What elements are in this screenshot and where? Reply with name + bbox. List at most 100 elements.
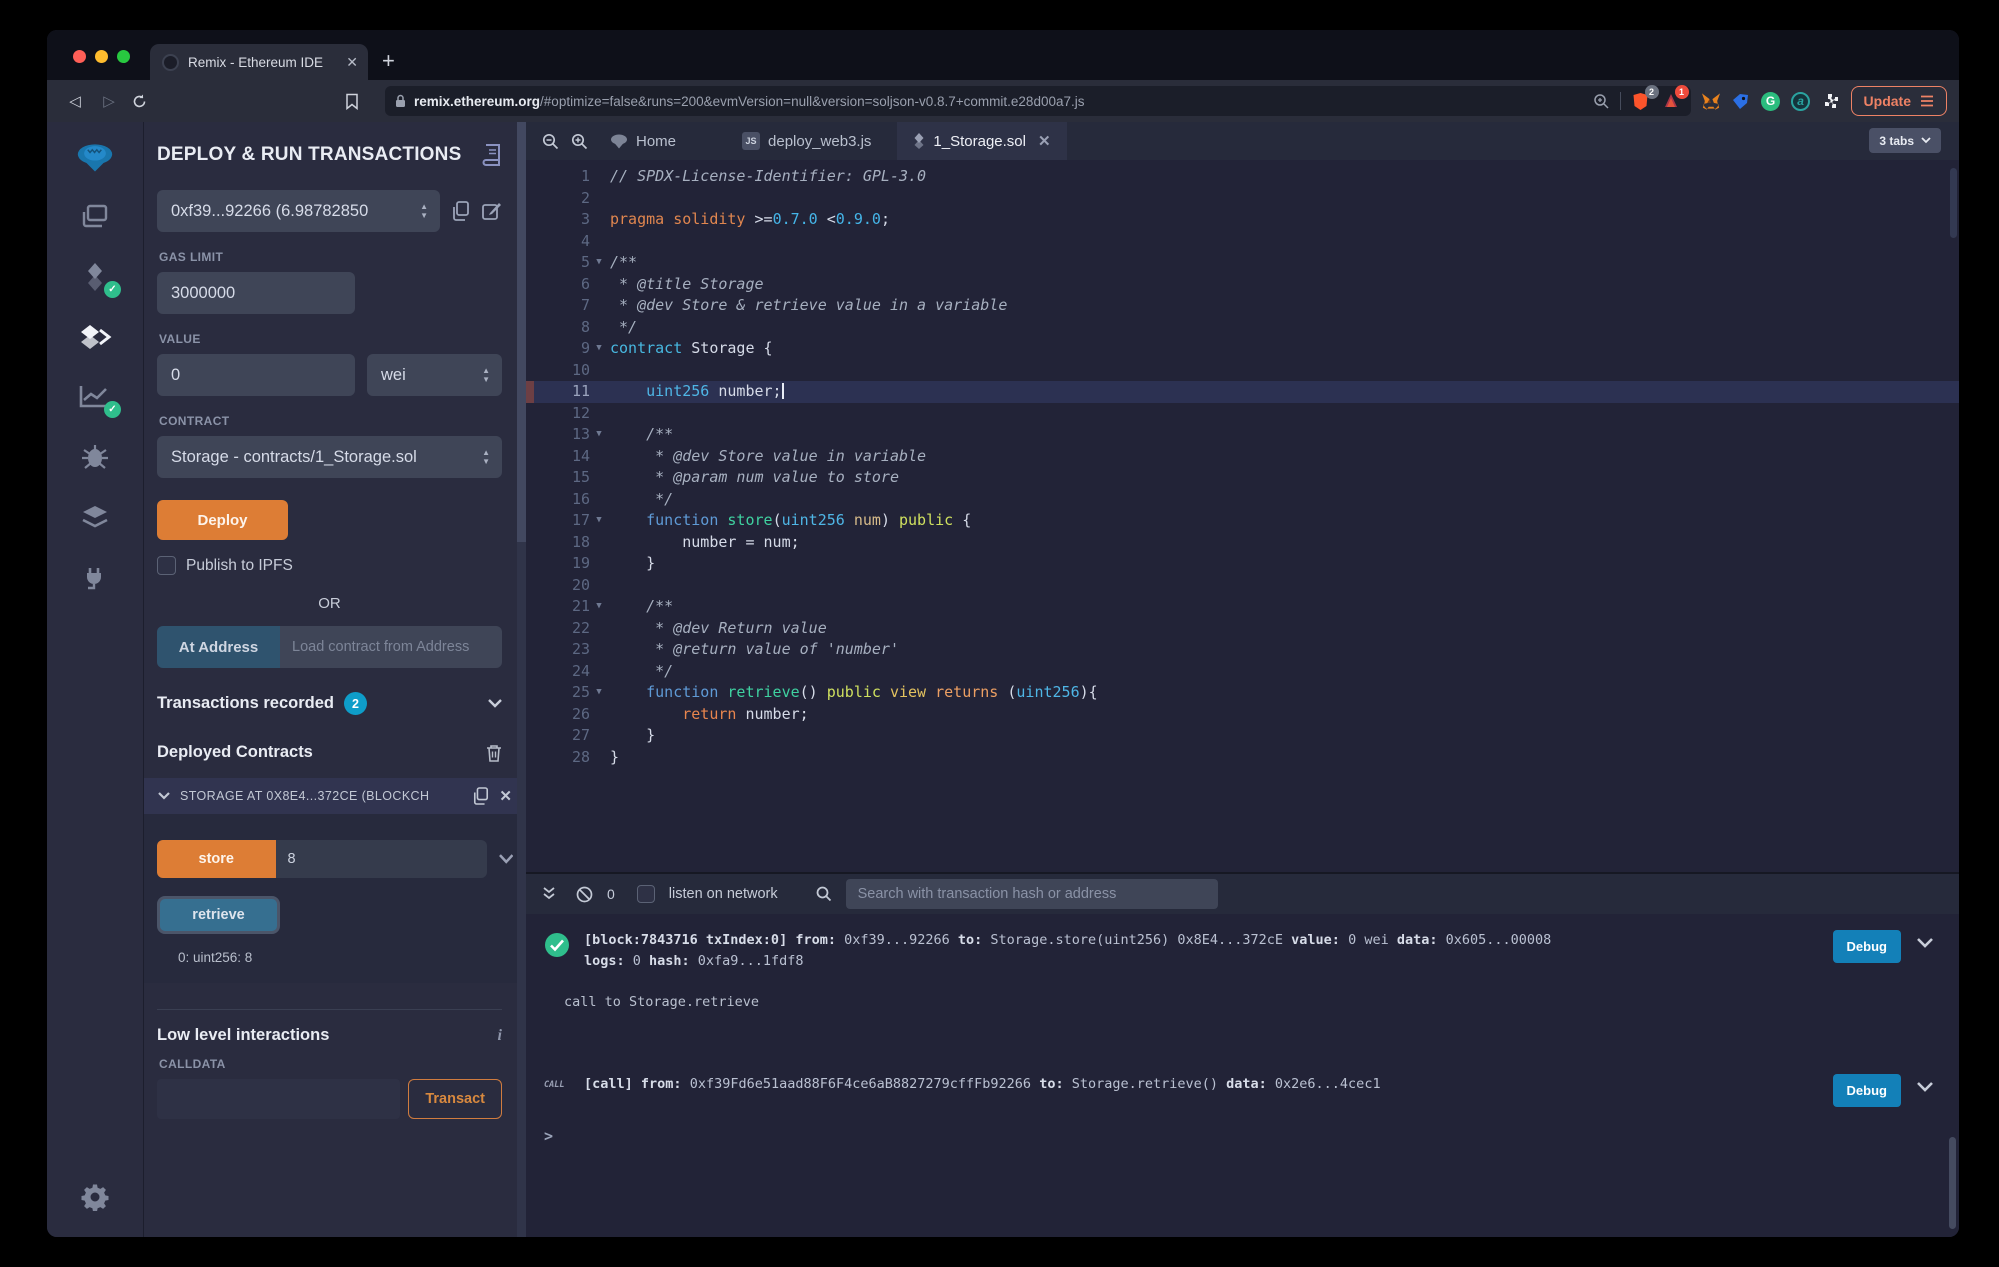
- debug-button[interactable]: Debug: [1832, 1074, 1901, 1107]
- gas-limit-input[interactable]: [157, 272, 355, 314]
- panel-scrollbar[interactable]: [517, 122, 526, 1237]
- chevron-down-icon[interactable]: [158, 792, 170, 800]
- code-line[interactable]: 11 uint256 number;: [526, 381, 1959, 403]
- publish-ipfs-checkbox[interactable]: [157, 556, 176, 575]
- remove-contract-icon[interactable]: ✕: [499, 787, 512, 805]
- code-line[interactable]: 17 ▼ function store(uint256 num) public {: [526, 510, 1959, 532]
- code-line[interactable]: 13 ▼ /**: [526, 424, 1959, 446]
- code-line[interactable]: 5 ▼/**: [526, 252, 1959, 274]
- sign-message-icon[interactable]: [482, 201, 502, 221]
- url-bar[interactable]: remix.ethereum.org/#optimize=false&runs=…: [385, 85, 1691, 116]
- code-line[interactable]: 16 */: [526, 489, 1959, 511]
- listen-network-checkbox[interactable]: [636, 885, 655, 903]
- expand-args-chevron-icon[interactable]: [498, 854, 513, 864]
- zoom-out-icon[interactable]: [542, 133, 559, 150]
- tabs-count-badge[interactable]: 3 tabs: [1869, 128, 1941, 153]
- code-line[interactable]: 19 }: [526, 553, 1959, 575]
- transactions-recorded-row[interactable]: Transactions recorded 2: [157, 692, 502, 715]
- code-line[interactable]: 7 * @dev Store & retrieve value in a var…: [526, 295, 1959, 317]
- code-line[interactable]: 25 ▼ function retrieve() public view retu…: [526, 682, 1959, 704]
- code-line[interactable]: 27 }: [526, 725, 1959, 747]
- analysis-icon[interactable]: ✓: [76, 380, 121, 418]
- at-address-button[interactable]: At Address: [157, 626, 280, 668]
- forward-button[interactable]: ▷: [97, 92, 121, 110]
- new-tab-button[interactable]: +: [382, 48, 395, 74]
- code-line[interactable]: 21 ▼ /**: [526, 596, 1959, 618]
- unit-testing-icon[interactable]: [76, 500, 114, 534]
- terminal-scrollbar[interactable]: [1949, 1137, 1956, 1229]
- value-unit-select[interactable]: wei ▲ ▼: [367, 354, 502, 396]
- terminal-search-input[interactable]: [845, 879, 1218, 909]
- code-line[interactable]: 20: [526, 575, 1959, 597]
- code-line[interactable]: 28}: [526, 747, 1959, 769]
- code-line[interactable]: 1// SPDX-License-Identifier: GPL-3.0: [526, 166, 1959, 188]
- copy-account-icon[interactable]: [452, 201, 470, 221]
- trash-icon[interactable]: [486, 744, 502, 762]
- maximize-window-button[interactable]: [117, 50, 130, 63]
- browser-tab[interactable]: Remix - Ethereum IDE ✕: [150, 44, 368, 80]
- reload-button[interactable]: [131, 93, 155, 110]
- code-line[interactable]: 24 */: [526, 661, 1959, 683]
- code-line[interactable]: 9 ▼ contract Storage {: [526, 338, 1959, 360]
- tab-storage-sol[interactable]: 1_Storage.sol ✕: [897, 122, 1067, 160]
- brave-shield-icon[interactable]: 2: [1631, 85, 1659, 111]
- update-button[interactable]: Update: [1850, 86, 1947, 116]
- bookmark-icon[interactable]: [345, 93, 369, 110]
- contract-select[interactable]: Storage - contracts/1_Storage.sol ▲ ▼: [157, 436, 502, 478]
- info-icon[interactable]: i: [498, 1027, 502, 1045]
- code-line[interactable]: 23 * @return value of 'number': [526, 639, 1959, 661]
- code-line[interactable]: 4: [526, 231, 1959, 253]
- tab-home[interactable]: Home: [594, 122, 692, 160]
- code-line[interactable]: 3 pragma solidity >=0.7.0 <0.9.0;: [526, 209, 1959, 231]
- flame-extension-icon[interactable]: 1: [1661, 85, 1689, 111]
- store-function-button[interactable]: store: [157, 840, 276, 878]
- deployed-contract-header[interactable]: STORAGE AT 0X8E4...372CE (BLOCKCH ✕: [144, 778, 526, 814]
- clear-console-icon[interactable]: [576, 886, 593, 903]
- debug-button[interactable]: Debug: [1832, 930, 1901, 963]
- code-line[interactable]: 6 * @title Storage: [526, 274, 1959, 296]
- close-window-button[interactable]: [73, 50, 86, 63]
- file-explorer-icon[interactable]: [76, 200, 114, 234]
- store-argument-input[interactable]: [275, 840, 487, 878]
- expand-tx-chevron-icon[interactable]: [1917, 938, 1933, 948]
- call-row[interactable]: CALL [call] from: 0xf39Fd6e51aad88F6F4ce…: [526, 1068, 1959, 1107]
- plugin-manager-icon[interactable]: [76, 560, 114, 594]
- teal-extension-icon[interactable]: a: [1791, 91, 1811, 111]
- value-input[interactable]: [157, 354, 355, 396]
- expand-call-chevron-icon[interactable]: [1917, 1082, 1933, 1092]
- chevron-down-icon[interactable]: [488, 699, 502, 708]
- deploy-run-icon[interactable]: [76, 320, 114, 354]
- code-line[interactable]: 14 * @dev Store value in variable: [526, 446, 1959, 468]
- back-button[interactable]: ◁: [63, 92, 87, 110]
- close-tab-icon[interactable]: ✕: [1038, 132, 1051, 150]
- tab-deploy-web3[interactable]: JS deploy_web3.js: [726, 122, 887, 160]
- metamask-icon[interactable]: [1701, 91, 1721, 111]
- transact-button[interactable]: Transact: [408, 1079, 502, 1119]
- code-editor[interactable]: 1// SPDX-License-Identifier: GPL-3.0 2 3 pr…: [526, 160, 1959, 872]
- code-line[interactable]: 8 */: [526, 317, 1959, 339]
- code-line[interactable]: 2: [526, 188, 1959, 210]
- extensions-puzzle-icon[interactable]: [1821, 91, 1841, 111]
- collapse-terminal-icon[interactable]: [542, 887, 556, 901]
- code-line[interactable]: 18 number = num;: [526, 532, 1959, 554]
- code-line[interactable]: 15 * @param num value to store: [526, 467, 1959, 489]
- grammarly-icon[interactable]: G: [1761, 91, 1781, 111]
- copy-address-icon[interactable]: [473, 787, 489, 805]
- account-select[interactable]: 0xf39...92266 (6.98782850 ▲ ▼: [157, 190, 440, 232]
- solidity-compiler-icon[interactable]: ✓: [76, 260, 121, 298]
- code-line[interactable]: 22 * @dev Return value: [526, 618, 1959, 640]
- terminal-prompt[interactable]: >: [544, 1127, 1959, 1145]
- zoom-page-icon[interactable]: [1593, 93, 1610, 110]
- close-tab-icon[interactable]: ✕: [346, 54, 358, 71]
- debugger-icon[interactable]: [76, 440, 114, 474]
- code-line[interactable]: 26 return number;: [526, 704, 1959, 726]
- code-line[interactable]: 10: [526, 360, 1959, 382]
- zoom-in-icon[interactable]: [571, 133, 588, 150]
- tag-extension-icon[interactable]: [1731, 91, 1751, 111]
- code-line[interactable]: 12: [526, 403, 1959, 425]
- at-address-input[interactable]: [280, 626, 502, 668]
- documentation-book-icon[interactable]: [482, 144, 502, 166]
- minimize-window-button[interactable]: [95, 50, 108, 63]
- retrieve-function-button[interactable]: retrieve: [157, 896, 280, 934]
- calldata-input[interactable]: [157, 1079, 401, 1119]
